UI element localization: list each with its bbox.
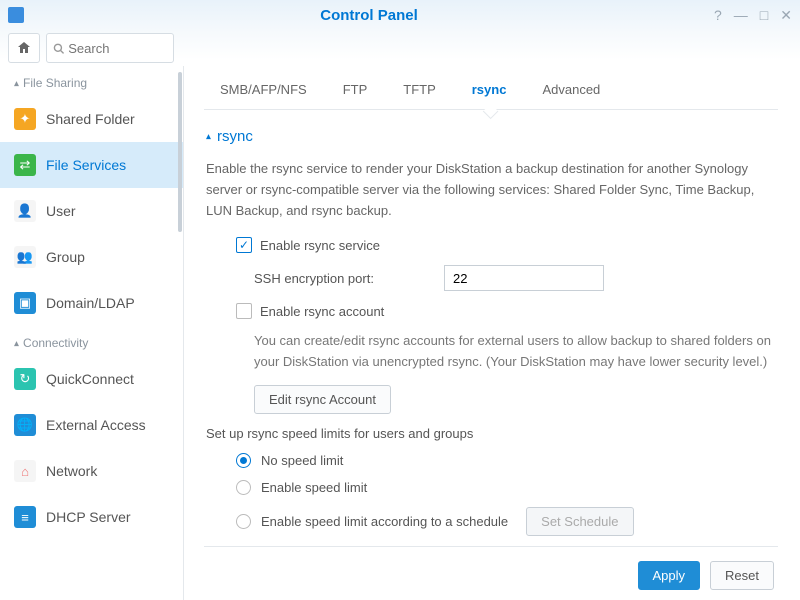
reset-button[interactable]: Reset	[710, 561, 774, 590]
domain-icon: ▣	[14, 292, 36, 314]
radio-enable-limit[interactable]	[236, 480, 251, 495]
globe-icon: 🌐	[14, 414, 36, 436]
home-button[interactable]	[8, 33, 40, 63]
sidebar-item-external-access[interactable]: 🌐 External Access	[0, 402, 183, 448]
account-helptext: You can create/edit rsync accounts for e…	[206, 331, 776, 373]
file-services-icon: ⇄	[14, 154, 36, 176]
sidebar-item-user[interactable]: 👤 User	[0, 188, 183, 234]
edit-rsync-account-button[interactable]: Edit rsync Account	[254, 385, 391, 414]
set-schedule-button[interactable]: Set Schedule	[526, 507, 633, 536]
sidebar-item-label: File Services	[46, 157, 126, 173]
row-radio-none: No speed limit	[206, 453, 776, 468]
tab-rsync[interactable]: rsync	[456, 72, 523, 109]
home-icon	[16, 40, 32, 56]
scrollbar-thumb[interactable]	[178, 72, 182, 232]
help-icon[interactable]: ?	[714, 8, 722, 22]
dhcp-icon: ≡	[14, 506, 36, 528]
sidebar-item-label: User	[46, 203, 76, 219]
chevron-up-icon: ▾	[14, 78, 19, 89]
ssh-port-input[interactable]	[444, 265, 604, 291]
footer: Apply Reset	[204, 546, 778, 600]
apply-button[interactable]: Apply	[638, 561, 701, 590]
titlebar: Control Panel ? — □ ✕	[0, 0, 800, 30]
sidebar-item-label: Group	[46, 249, 85, 265]
sidebar-item-group[interactable]: 👥 Group	[0, 234, 183, 280]
window-title: Control Panel	[24, 7, 714, 24]
sidebar-group-connectivity[interactable]: ▾Connectivity	[0, 326, 183, 356]
search-box[interactable]	[46, 33, 174, 63]
sidebar-item-quickconnect[interactable]: ↻ QuickConnect	[0, 356, 183, 402]
radio-label: Enable speed limit	[261, 480, 367, 495]
rsync-description: Enable the rsync service to render your …	[206, 159, 776, 221]
tab-tftp[interactable]: TFTP	[387, 72, 452, 109]
sidebar-item-label: DHCP Server	[46, 509, 131, 525]
window-controls: ? — □ ✕	[714, 8, 792, 22]
tabs: SMB/AFP/NFS FTP TFTP rsync Advanced	[204, 72, 778, 110]
sidebar: ▾File Sharing ✦ Shared Folder ⇄ File Ser…	[0, 66, 184, 600]
folder-share-icon: ✦	[14, 108, 36, 130]
search-icon	[53, 42, 64, 55]
minimize-icon[interactable]: —	[734, 8, 748, 22]
sidebar-group-file-sharing[interactable]: ▾File Sharing	[0, 66, 183, 96]
row-enable-account: ✓ Enable rsync account	[206, 303, 776, 319]
content-pane: SMB/AFP/NFS FTP TFTP rsync Advanced ▾ rs…	[184, 66, 800, 600]
sidebar-item-label: Network	[46, 463, 97, 479]
sidebar-item-file-services[interactable]: ⇄ File Services	[0, 142, 183, 188]
sidebar-item-label: Shared Folder	[46, 111, 135, 127]
row-radio-enable: Enable speed limit	[206, 480, 776, 495]
user-icon: 👤	[14, 200, 36, 222]
app-icon	[8, 7, 24, 23]
radio-schedule-limit[interactable]	[236, 514, 251, 529]
ssh-port-label: SSH encryption port:	[254, 271, 444, 286]
tab-body: ▾ rsync Enable the rsync service to rend…	[204, 110, 778, 546]
sidebar-item-dhcp-server[interactable]: ≡ DHCP Server	[0, 494, 183, 540]
sidebar-item-label: QuickConnect	[46, 371, 134, 387]
row-enable-service: ✓ Enable rsync service	[206, 237, 776, 253]
checkbox-enable-service[interactable]: ✓	[236, 237, 252, 253]
radio-label: No speed limit	[261, 453, 343, 468]
search-input[interactable]	[68, 41, 167, 56]
maximize-icon[interactable]: □	[760, 8, 768, 22]
chevron-up-icon: ▾	[14, 338, 19, 349]
row-edit-account: Edit rsync Account	[206, 385, 776, 414]
sidebar-item-domain-ldap[interactable]: ▣ Domain/LDAP	[0, 280, 183, 326]
row-ssh-port: SSH encryption port:	[206, 265, 776, 291]
section-rsync-toggle[interactable]: ▾ rsync	[206, 128, 776, 145]
network-icon: ⌂	[14, 460, 36, 482]
quickconnect-icon: ↻	[14, 368, 36, 390]
row-radio-schedule: Enable speed limit according to a schedu…	[206, 507, 776, 536]
radio-label: Enable speed limit according to a schedu…	[261, 514, 508, 529]
group-icon: 👥	[14, 246, 36, 268]
speed-heading: Set up rsync speed limits for users and …	[206, 426, 776, 441]
tab-advanced[interactable]: Advanced	[526, 72, 616, 109]
tab-smb[interactable]: SMB/AFP/NFS	[204, 72, 323, 109]
checkbox-label: Enable rsync service	[260, 238, 380, 253]
sidebar-item-label: Domain/LDAP	[46, 295, 135, 311]
section-title: rsync	[217, 128, 253, 145]
sidebar-item-network[interactable]: ⌂ Network	[0, 448, 183, 494]
chevron-up-icon: ▾	[206, 131, 211, 142]
checkbox-enable-account[interactable]: ✓	[236, 303, 252, 319]
radio-no-limit[interactable]	[236, 453, 251, 468]
sidebar-item-label: External Access	[46, 417, 146, 433]
toolbar	[0, 30, 800, 66]
tab-ftp[interactable]: FTP	[327, 72, 384, 109]
close-icon[interactable]: ✕	[780, 8, 792, 22]
checkbox-label: Enable rsync account	[260, 304, 384, 319]
sidebar-item-shared-folder[interactable]: ✦ Shared Folder	[0, 96, 183, 142]
